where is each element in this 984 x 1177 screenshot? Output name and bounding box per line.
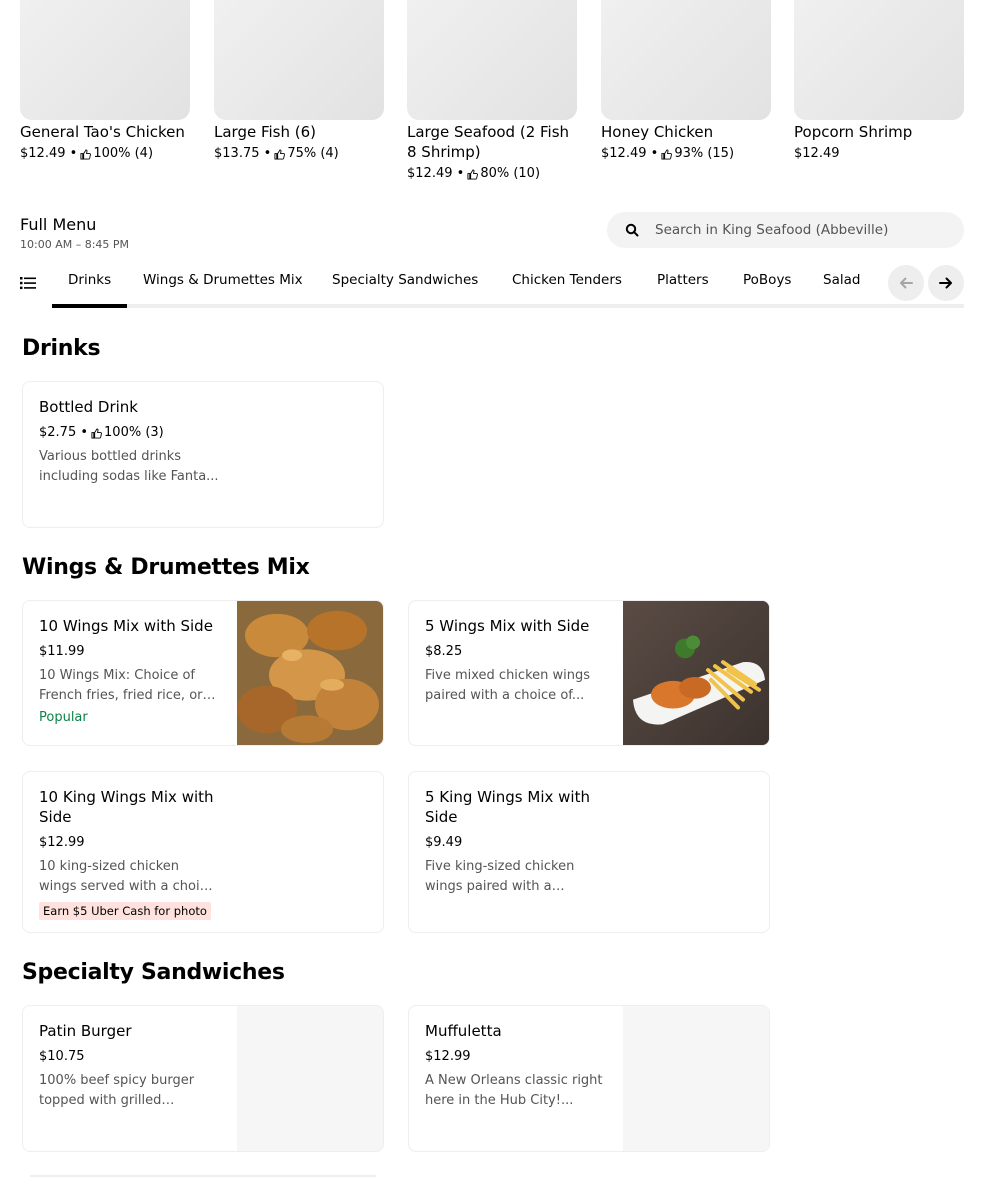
search-icon [625, 223, 639, 237]
tab-platters[interactable]: Platters [657, 270, 709, 290]
section-title-specialty-sandwiches: Specialty Sandwiches [22, 960, 285, 985]
item-price: $12.99 [425, 1049, 471, 1064]
tab-poboys[interactable]: PoBoys [743, 270, 791, 290]
item-price: $9.49 [425, 835, 463, 850]
item-name: 10 King Wings Mix with Side [39, 788, 214, 826]
featured-item-image[interactable] [407, 0, 577, 120]
active-tab-indicator [52, 304, 127, 308]
item-price: $12.99 [39, 835, 85, 850]
item-photo-wings-fries[interactable] [623, 601, 769, 745]
menu-item-card[interactable]: 10 King Wings Mix with Side $12.99 10 ki… [22, 771, 384, 933]
section-title-drinks: Drinks [22, 336, 101, 361]
separator-dot: • [76, 425, 89, 440]
featured-item-rating: 93% (15) [674, 146, 735, 161]
featured-item-meta: $12.49 • 100% (4) [20, 144, 190, 164]
featured-item-card[interactable]: Large Seafood (2 Fish 8 Shrimp) $12.49 •… [407, 0, 577, 184]
tab-salad[interactable]: Salad [823, 270, 860, 290]
item-description: A New Orleans classic right here in the … [425, 1073, 603, 1108]
item-rating: 100% (3) [104, 425, 164, 440]
menu-item-card[interactable]: 10 Wings Mix with Side $11.99 10 Wings M… [22, 600, 384, 746]
item-price: $2.75 [39, 425, 77, 440]
thumbs-up-icon [274, 148, 286, 160]
featured-item-card[interactable]: Honey Chicken $12.49 • 93% (15) [601, 0, 771, 164]
item-price: $10.75 [39, 1049, 85, 1064]
menu-item-card[interactable]: Patin Burger $10.75 100% beef spicy burg… [22, 1005, 384, 1152]
featured-item-name[interactable]: Large Seafood (2 Fish 8 Shrimp) [407, 122, 577, 162]
item-name: Patin Burger [39, 1022, 132, 1040]
item-name: Bottled Drink [39, 398, 138, 416]
scroll-left-button[interactable] [888, 265, 924, 301]
item-photo-wings[interactable] [237, 601, 383, 745]
item-name: 5 Wings Mix with Side [425, 617, 590, 635]
featured-item-price: $12.49 [407, 166, 453, 181]
item-description: 10 king-sized chicken wings served with … [39, 859, 215, 894]
featured-item-meta: $12.49 [794, 144, 964, 164]
item-description: Various bottled drinks including sodas l… [39, 449, 219, 484]
featured-item-image[interactable] [20, 0, 190, 120]
popular-badge: Popular [39, 710, 88, 725]
featured-item-name[interactable]: General Tao's Chicken [20, 122, 190, 142]
tab-specialty-sandwiches[interactable]: Specialty Sandwiches [332, 270, 478, 290]
item-price: $8.25 [425, 644, 463, 659]
featured-item-meta: $12.49 • 80% (10) [407, 164, 577, 184]
tab-scroll-track [52, 304, 964, 308]
menu-item-card[interactable]: Bottled Drink $2.75 • 100% (3) Various b… [22, 381, 384, 528]
featured-item-rating: 75% (4) [287, 146, 339, 161]
item-description: 10 Wings Mix: Choice of French fries, fr… [39, 668, 203, 703]
featured-item-rating: 100% (4) [93, 146, 154, 161]
thumbs-up-icon [80, 148, 92, 160]
separator-dot: • [65, 146, 78, 161]
separator-dot: • [452, 166, 465, 181]
item-price: $11.99 [39, 644, 85, 659]
thumbs-up-icon [467, 168, 479, 180]
search-input[interactable]: Search in King Seafood (Abbeville) [655, 221, 888, 239]
featured-item-price: $12.49 [794, 146, 840, 161]
featured-item-image[interactable] [214, 0, 384, 120]
tab-chicken-tenders[interactable]: Chicken Tenders [512, 270, 622, 290]
tab-drinks[interactable]: Drinks [68, 270, 111, 290]
featured-item-price: $13.75 [214, 146, 260, 161]
featured-item-name[interactable]: Honey Chicken [601, 122, 771, 142]
featured-item-image[interactable] [794, 0, 964, 120]
arrow-right-icon [939, 277, 952, 289]
item-name: 10 Wings Mix with Side [39, 617, 213, 635]
item-price-rating: $2.75 • 100% (3) [39, 423, 164, 443]
section-title-wings-drumettes-mix: Wings & Drumettes Mix [22, 555, 310, 580]
item-description: 100% beef spicy burger topped with grill… [39, 1073, 195, 1108]
separator-dot: • [646, 146, 659, 161]
category-tabs: Drinks Wings & Drumettes Mix Specialty S… [20, 262, 964, 310]
item-description: Five king-sized chicken wings paired wit… [425, 859, 575, 894]
featured-item-meta: $12.49 • 93% (15) [601, 144, 771, 164]
arrow-left-icon [900, 277, 913, 289]
tab-wings-drumettes-mix[interactable]: Wings & Drumettes Mix [143, 270, 303, 290]
menu-hours: 10:00 AM – 8:45 PM [20, 238, 130, 251]
featured-items-carousel: General Tao's Chicken $12.49 • 100% (4) … [20, 0, 964, 190]
thumbs-up-icon [661, 148, 673, 160]
scroll-right-button[interactable] [928, 265, 964, 301]
featured-item-price: $12.49 [20, 146, 66, 161]
featured-item-meta: $13.75 • 75% (4) [214, 144, 384, 164]
featured-item-name[interactable]: Popcorn Shrimp [794, 122, 964, 142]
item-name: 5 King Wings Mix with Side [425, 788, 590, 826]
featured-item-price: $12.49 [601, 146, 647, 161]
item-name: Muffuletta [425, 1022, 502, 1040]
uber-cash-promo-badge: Earn $5 Uber Cash for photo [39, 902, 211, 920]
menu-item-card[interactable]: 5 King Wings Mix with Side $9.49 Five ki… [408, 771, 770, 933]
featured-item-name[interactable]: Large Fish (6) [214, 122, 384, 142]
featured-item-card[interactable]: General Tao's Chicken $12.49 • 100% (4) [20, 0, 190, 164]
full-menu-title: Full Menu [20, 215, 97, 234]
menu-item-card[interactable]: Muffuletta $12.99 A New Orleans classic … [408, 1005, 770, 1152]
featured-item-image[interactable] [601, 0, 771, 120]
item-photo-placeholder[interactable] [237, 1006, 383, 1151]
item-description: Five mixed chicken wings paired with a c… [425, 668, 591, 703]
featured-item-card[interactable]: Popcorn Shrimp $12.49 [794, 0, 964, 164]
menu-item-card[interactable]: 5 Wings Mix with Side $8.25 Five mixed c… [408, 600, 770, 746]
item-photo-placeholder[interactable] [623, 1006, 769, 1151]
separator-dot: • [259, 146, 272, 161]
featured-item-rating: 80% (10) [480, 166, 541, 181]
featured-item-card[interactable]: Large Fish (6) $13.75 • 75% (4) [214, 0, 384, 164]
menu-search-box[interactable]: Search in King Seafood (Abbeville) [607, 212, 964, 248]
thumbs-up-icon [91, 427, 102, 439]
list-icon[interactable] [20, 276, 36, 290]
